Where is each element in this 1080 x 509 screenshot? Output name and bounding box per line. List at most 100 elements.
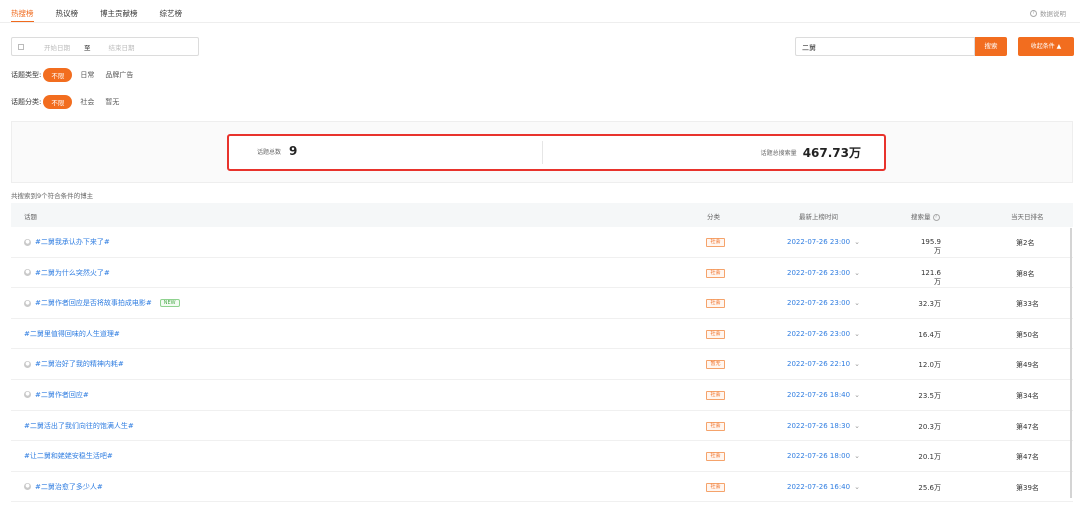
volume-cell: 195.9万 — [920, 238, 941, 255]
filter-option-brand-ad[interactable]: 品牌广告 — [105, 70, 133, 80]
table-row[interactable]: #让二舅和姥姥安稳生活吧# 社会 2022-07-26 18:00 ⌄ 20.1万 第47… — [11, 441, 1073, 472]
time-cell[interactable]: 2022-07-26 23:00 ⌄ — [787, 330, 860, 338]
topic-avatar-icon: ● — [24, 299, 31, 307]
time-cell[interactable]: 2022-07-26 23:00 ⌄ — [787, 238, 860, 246]
volume-cell: 20.3万 — [918, 422, 941, 431]
time-cell[interactable]: 2022-07-26 18:30 ⌄ — [787, 422, 860, 430]
chevron-down-icon[interactable]: ⌄ — [854, 452, 860, 460]
filter-option-unlimited[interactable]: 不限 — [43, 95, 73, 109]
topic-link[interactable]: #二舅作者回应# — [35, 390, 89, 400]
topic-avatar-icon: ● — [24, 238, 31, 246]
filter-option-none[interactable]: 暂无 — [105, 97, 119, 107]
topic-cell[interactable]: ● #二舅治好了我的精神内耗# — [24, 359, 124, 369]
filter-option-daily[interactable]: 日常 — [80, 70, 94, 80]
time-cell[interactable]: 2022-07-26 18:00 ⌄ — [787, 452, 860, 460]
table-row[interactable]: ● #二舅治好了我的精神内耗# 暂无 2022-07-26 22:10 ⌄ 12.0万 第4… — [11, 349, 1073, 380]
col-time[interactable]: 最新上榜时间 — [799, 211, 838, 221]
end-date-input[interactable]: 结束日期 — [109, 42, 135, 52]
topic-type-filter: 话题类型: 不限 日常 品牌广告 — [11, 68, 144, 82]
topic-avatar-icon: ● — [24, 391, 31, 399]
topic-count-stat: 话题总数 9 — [257, 144, 297, 158]
topic-cell[interactable]: ● #二舅我承认办下来了# — [24, 237, 110, 247]
data-description-link[interactable]: ? 数据说明 — [1030, 8, 1066, 18]
topic-cell[interactable]: ● #二舅作者回应是否将故事拍成电影# NEW — [24, 298, 180, 308]
table-row[interactable]: ● #二舅作者回应# 社会 2022-07-26 18:40 ⌄ 23.5万 第34名 — [11, 380, 1073, 411]
tab-hot-search[interactable]: 热搜榜 — [11, 4, 34, 22]
rank-cell: 第33名 — [1016, 300, 1039, 309]
time-cell[interactable]: 2022-07-26 23:00 ⌄ — [787, 299, 860, 307]
table-header: 话题 分类 最新上榜时间 搜索量 ? 当天日排名 — [11, 203, 1073, 227]
scrollbar[interactable] — [1070, 228, 1072, 498]
topic-avatar-icon: ● — [24, 360, 31, 368]
start-date-input[interactable]: 开始日期 — [44, 42, 70, 52]
chevron-down-icon[interactable]: ⌄ — [854, 238, 860, 246]
col-volume-label: 搜索量 — [911, 213, 931, 221]
topic-cell[interactable]: ● #二舅为什么突然火了# — [24, 268, 110, 278]
col-volume[interactable]: 搜索量 ? — [911, 211, 940, 221]
category-badge: 社会 — [706, 268, 725, 278]
time-cell[interactable]: 2022-07-26 18:40 ⌄ — [787, 391, 860, 399]
chevron-down-icon[interactable]: ⌄ — [854, 483, 860, 491]
topic-count-value: 9 — [289, 144, 298, 158]
topic-link[interactable]: #二舅治愈了多少人# — [35, 482, 103, 492]
category-badge: 社会 — [706, 299, 725, 309]
table-row[interactable]: ● #二舅治愈了多少人# 社会 2022-07-26 16:40 ⌄ 25.6万 第39名 — [11, 472, 1073, 503]
volume-cell: 25.6万 — [918, 483, 941, 492]
chevron-down-icon[interactable]: ⌄ — [854, 269, 860, 277]
chevron-down-icon[interactable]: ⌄ — [854, 360, 860, 368]
time-value: 2022-07-26 18:40 — [787, 390, 851, 399]
rank-cell: 第34名 — [1016, 391, 1039, 400]
table-row[interactable]: ● #二舅作者回应是否将故事拍成电影# NEW 社会 2022-07-26 23:00 ⌄… — [11, 288, 1073, 319]
topic-cell[interactable]: #二舅活出了我们向往的饱满人生# — [24, 421, 134, 431]
table-row[interactable]: #二舅活出了我们向往的饱满人生# 社会 2022-07-26 18:30 ⌄ 20.3万… — [11, 411, 1073, 442]
rank-cell: 第50名 — [1016, 330, 1039, 339]
search-button[interactable]: 搜索 — [975, 37, 1007, 56]
time-value: 2022-07-26 23:00 — [787, 238, 851, 246]
stats-divider — [542, 141, 543, 164]
table-row[interactable]: ● #二舅我承认办下来了# 社会 2022-07-26 23:00 ⌄ 195.9万 第2名 — [11, 227, 1073, 258]
topic-link[interactable]: #二舅治好了我的精神内耗# — [35, 359, 124, 369]
chevron-down-icon[interactable]: ⌄ — [854, 391, 860, 399]
topic-cell[interactable]: #让二舅和姥姥安稳生活吧# — [24, 451, 113, 461]
topic-link[interactable]: #让二舅和姥姥安稳生活吧# — [24, 451, 113, 461]
topic-link[interactable]: #二舅活出了我们向往的饱满人生# — [24, 421, 134, 431]
stats-highlight-box: 话题总数 9 话题总搜索量 467.73万 — [227, 134, 886, 171]
filter-option-society[interactable]: 社会 — [80, 97, 94, 107]
category-badge: 社会 — [706, 482, 725, 492]
question-icon: ? — [932, 213, 940, 221]
date-range-picker[interactable]: 开始日期 至 结束日期 — [11, 37, 199, 56]
topic-cell[interactable]: ● #二舅治愈了多少人# — [24, 482, 103, 492]
table-row[interactable]: ● #二舅为什么突然火了# 社会 2022-07-26 23:00 ⌄ 121.6万 第8名 — [11, 258, 1073, 289]
time-cell[interactable]: 2022-07-26 22:10 ⌄ — [787, 360, 860, 368]
time-cell[interactable]: 2022-07-26 16:40 ⌄ — [787, 483, 860, 491]
time-cell[interactable]: 2022-07-26 23:00 ⌄ — [787, 269, 860, 277]
collapse-conditions-button[interactable]: 收起条件 ▲ — [1018, 37, 1074, 56]
volume-cell: 32.3万 — [918, 300, 941, 309]
topic-avatar-icon: ● — [24, 483, 31, 491]
search-volume-stat: 话题总搜索量 467.73万 — [761, 144, 861, 161]
topic-cell[interactable]: #二舅里值得回味的人生道理# — [24, 329, 120, 339]
filter-label: 话题分类: — [11, 98, 42, 106]
rank-cell: 第47名 — [1016, 453, 1039, 462]
tab-variety[interactable]: 综艺榜 — [160, 4, 183, 22]
topic-link[interactable]: #二舅作者回应是否将故事拍成电影# — [35, 298, 152, 308]
volume-cell: 121.6万 — [920, 268, 941, 286]
chevron-down-icon[interactable]: ⌄ — [854, 422, 860, 430]
tab-blogger-contribution[interactable]: 博主贡献榜 — [100, 4, 138, 22]
topic-link[interactable]: #二舅我承认办下来了# — [35, 237, 110, 247]
chevron-down-icon[interactable]: ⌄ — [854, 299, 860, 307]
volume-cell: 12.0万 — [918, 361, 941, 370]
tab-hot-discussion[interactable]: 热议榜 — [56, 4, 79, 22]
search-input[interactable]: 二舅 — [795, 37, 975, 56]
topic-link[interactable]: #二舅为什么突然火了# — [35, 268, 110, 278]
data-description-label: 数据说明 — [1040, 10, 1066, 18]
table-row[interactable]: #二舅里值得回味的人生道理# 社会 2022-07-26 23:00 ⌄ 16.4万 第5… — [11, 319, 1073, 350]
topic-link[interactable]: #二舅里值得回味的人生道理# — [24, 329, 120, 339]
chevron-down-icon[interactable]: ⌄ — [854, 330, 860, 338]
category-badge: 社会 — [706, 238, 725, 247]
topic-cell[interactable]: ● #二舅作者回应# — [24, 390, 89, 400]
tab-divider — [0, 22, 1080, 23]
filter-option-unlimited[interactable]: 不限 — [43, 68, 73, 82]
rank-cell: 第2名 — [1016, 239, 1035, 247]
time-value: 2022-07-26 16:40 — [787, 482, 851, 491]
